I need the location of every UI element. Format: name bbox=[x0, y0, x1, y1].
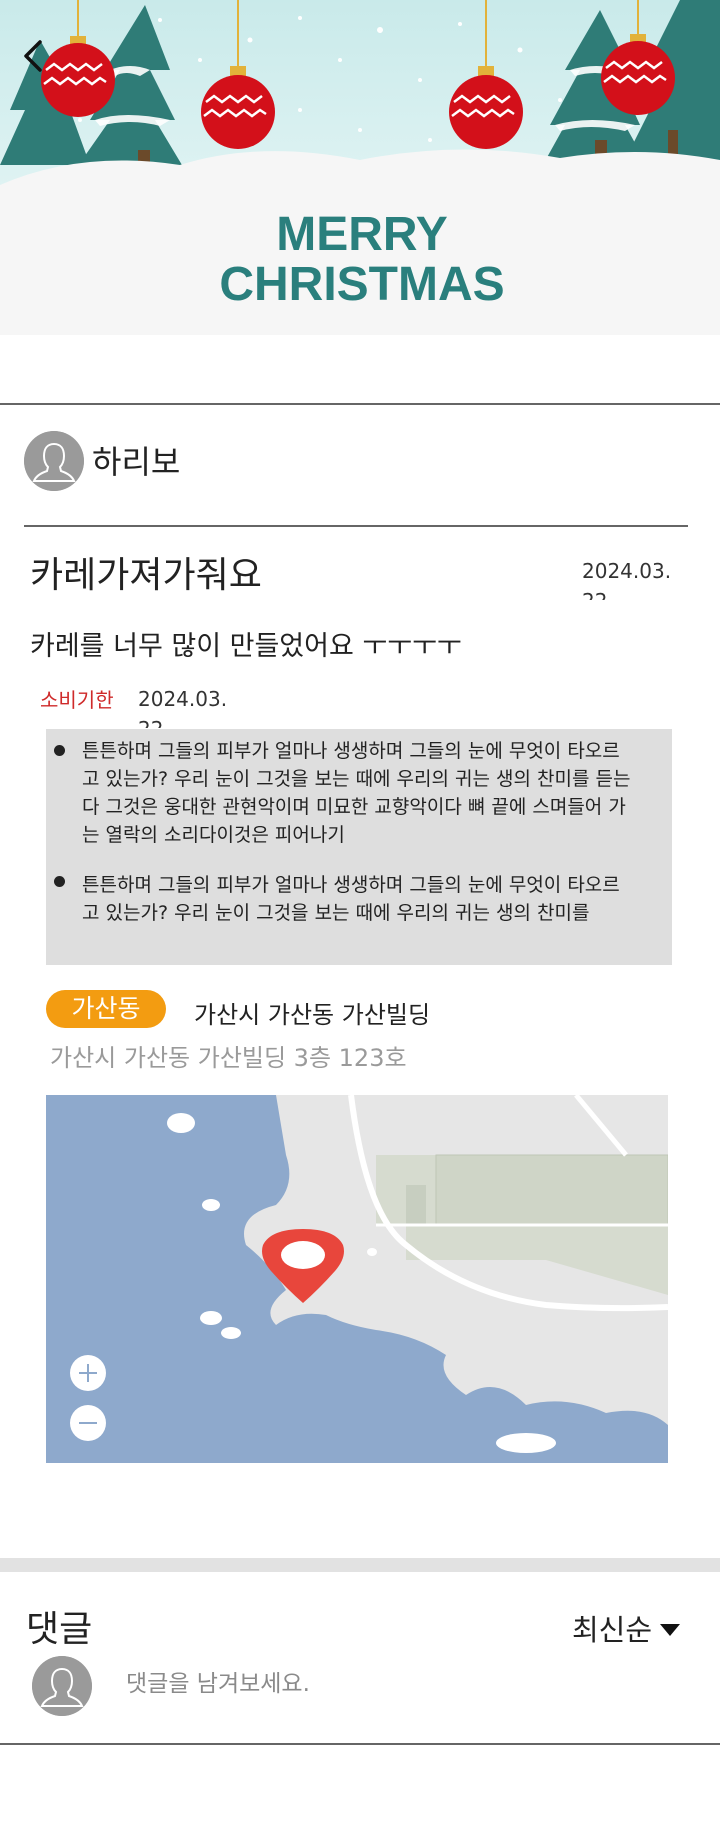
user-avatar-icon bbox=[32, 1656, 92, 1716]
caret-down-icon bbox=[660, 1624, 681, 1636]
comments-title: 댓글 bbox=[26, 1609, 93, 1650]
description-box: 튼튼하며 그들의 피부가 얼마나 생생하며 그들의 눈에 무엇이 타오르고 있는… bbox=[46, 729, 672, 965]
banner-title-line1: MERRY bbox=[276, 208, 448, 261]
back-button[interactable] bbox=[18, 36, 52, 76]
comment-input[interactable] bbox=[112, 1662, 672, 1706]
author-divider bbox=[24, 525, 688, 527]
user-avatar-icon bbox=[24, 431, 84, 491]
bottom-divider bbox=[0, 1743, 720, 1745]
zoom-in-button[interactable] bbox=[70, 1355, 106, 1391]
post-date: 2024.03.22 bbox=[582, 559, 672, 600]
bullet-icon bbox=[54, 876, 65, 887]
christmas-banner-art: MERRY CHRISTMAS bbox=[0, 0, 720, 335]
section-divider bbox=[0, 403, 720, 405]
post-title: 카레가져가줘요 bbox=[30, 555, 262, 596]
description-item: 튼튼하며 그들의 피부가 얼마나 생생하며 그들의 눈에 무엇이 타오르고 있는… bbox=[82, 874, 620, 924]
location-map[interactable] bbox=[46, 1095, 668, 1463]
banner-title-line2: CHRISTMAS bbox=[219, 258, 504, 311]
expiry-date: 2024.03.22 bbox=[138, 687, 228, 728]
post-body: 카레를 너무 많이 만들었어요 ㅜㅜㅜㅜ bbox=[30, 631, 462, 662]
commenter-avatar bbox=[32, 1656, 92, 1716]
description-item: 튼튼하며 그들의 피부가 얼마나 생생하며 그들의 눈에 무엇이 타오르고 있는… bbox=[82, 740, 631, 846]
map-canvas bbox=[46, 1095, 668, 1463]
banner-image: MERRY CHRISTMAS bbox=[0, 0, 720, 335]
location-badge: 가산동 bbox=[46, 990, 166, 1028]
map-pin-icon bbox=[262, 1229, 344, 1303]
chevron-left-icon bbox=[24, 40, 42, 72]
expiry-label: 소비기한 bbox=[40, 688, 114, 712]
bullet-icon bbox=[54, 745, 65, 756]
author-avatar[interactable] bbox=[24, 431, 84, 491]
sort-label: 최신순 bbox=[572, 1613, 653, 1647]
section-separator bbox=[0, 1558, 720, 1572]
author-name: 하리보 bbox=[92, 443, 181, 481]
sort-dropdown[interactable]: 최신순 bbox=[572, 1610, 681, 1647]
location-name: 가산시 가산동 가산빌딩 bbox=[194, 1001, 431, 1029]
location-address: 가산시 가산동 가산빌딩 3층 123호 bbox=[50, 1044, 407, 1072]
zoom-out-button[interactable] bbox=[70, 1405, 106, 1441]
